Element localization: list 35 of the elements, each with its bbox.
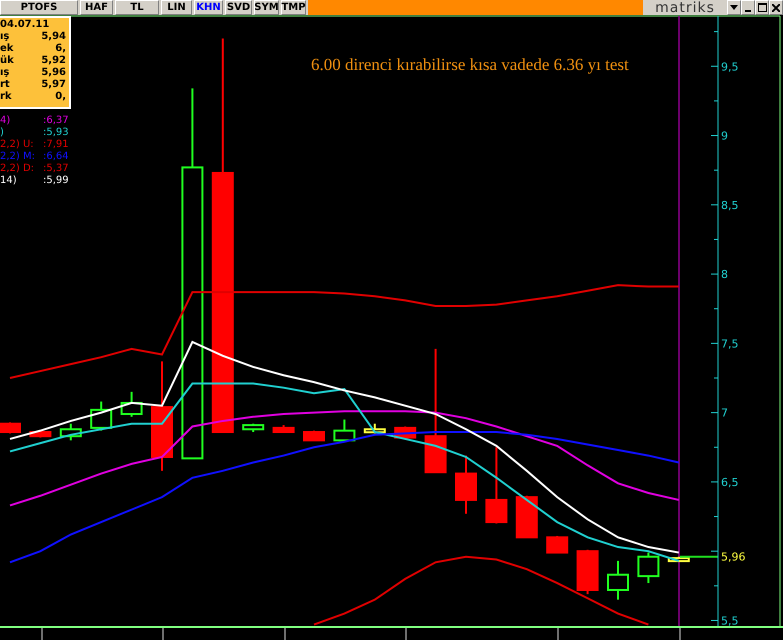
legend-label: 14) <box>0 175 18 187</box>
legend-value: :7,91 <box>42 139 69 151</box>
legend-value: :5,99 <box>42 175 69 187</box>
info-label: ük <box>0 55 14 67</box>
axis-label: 9,5 <box>721 60 738 74</box>
info-label: rt <box>0 79 10 91</box>
legend-label: ) <box>0 127 5 139</box>
info-label: ek <box>0 43 14 55</box>
legend-label: 2,2) U: <box>0 139 35 151</box>
axis-label: 8 <box>721 268 728 282</box>
legend-label: 4) <box>0 115 12 127</box>
info-label: ış <box>0 31 10 43</box>
axis-label: 7 <box>721 406 728 420</box>
info-value: 5,92 <box>41 55 66 67</box>
legend-value: :5,37 <box>42 163 69 175</box>
price-label: 5,96 <box>721 550 746 564</box>
legend-value: :6,64 <box>42 151 69 163</box>
axis-label: 8,5 <box>721 198 738 212</box>
info-label: ış <box>0 67 10 79</box>
legend-label: 2,2) M: <box>0 151 35 163</box>
axis-label: 6,5 <box>721 476 738 489</box>
legend-value: :6,37 <box>42 115 69 127</box>
info-value: 5,94 <box>41 31 66 43</box>
info-value: 5,96 <box>41 67 66 79</box>
legend-value: :5,93 <box>42 127 69 139</box>
axis-label: 7,5 <box>721 337 738 350</box>
info-value: 0, <box>55 91 66 103</box>
axis-label: 9 <box>721 130 728 143</box>
legend-label: 2,2) D: <box>0 163 35 175</box>
info-date: 04.07.11 <box>0 19 50 31</box>
axis-label: 5,5 <box>721 614 738 626</box>
info-value: 6, <box>55 43 66 55</box>
chart-annotation: 6.00 direnci kırabilirse kısa vadede 6.36 yı test <box>311 55 629 75</box>
info-value: 5,97 <box>41 79 66 91</box>
info-label: rk <box>0 91 12 103</box>
